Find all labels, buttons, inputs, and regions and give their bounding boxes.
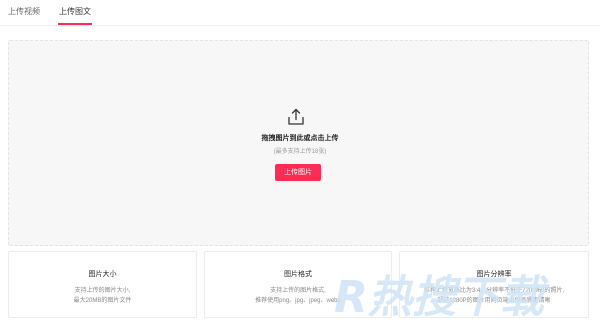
info-card-image-format: 图片格式 支持上传的图片格式, 推荐使用png、jpg、jpeg、webp <box>204 251 392 318</box>
card-title: 图片大小 <box>88 271 117 278</box>
info-card-image-size: 图片大小 支持上传的图片大小, 最大20MB的图片文件 <box>8 251 197 318</box>
card-description: 最大20MB的图片文件 <box>73 298 132 304</box>
tab-upload-image-post[interactable]: 上传图文 <box>58 6 92 25</box>
card-description: 推荐使用png、jpg、jpeg、webp <box>255 298 341 304</box>
card-description: 推荐上传宽高比为3:4，分辨率不低于720*960的照片, <box>423 288 565 294</box>
info-card-image-resolution: 图片分辨率 推荐上传宽高比为3:4，分辨率不低于720*960的照片, 超过12… <box>399 251 589 318</box>
upload-limit-hint: (最多支持上传18张) <box>273 149 327 155</box>
upload-image-button[interactable]: 上传图片 <box>275 164 321 181</box>
card-description: 支持上传的图片格式, <box>270 288 326 294</box>
upload-title: 拖拽图片到此或点击上传 <box>261 135 339 142</box>
card-description: 超过1280P的图片用网页端上传画质更清晰 <box>437 298 551 304</box>
tab-bar: 上传视频 上传图文 <box>0 0 600 26</box>
upload-icon <box>288 108 304 125</box>
card-title: 图片分辨率 <box>476 271 512 278</box>
card-description: 支持上传的图片大小, <box>74 288 131 294</box>
card-title: 图片格式 <box>284 271 312 278</box>
tab-upload-video[interactable]: 上传视频 <box>8 6 40 24</box>
upload-dropzone[interactable] <box>8 40 589 246</box>
